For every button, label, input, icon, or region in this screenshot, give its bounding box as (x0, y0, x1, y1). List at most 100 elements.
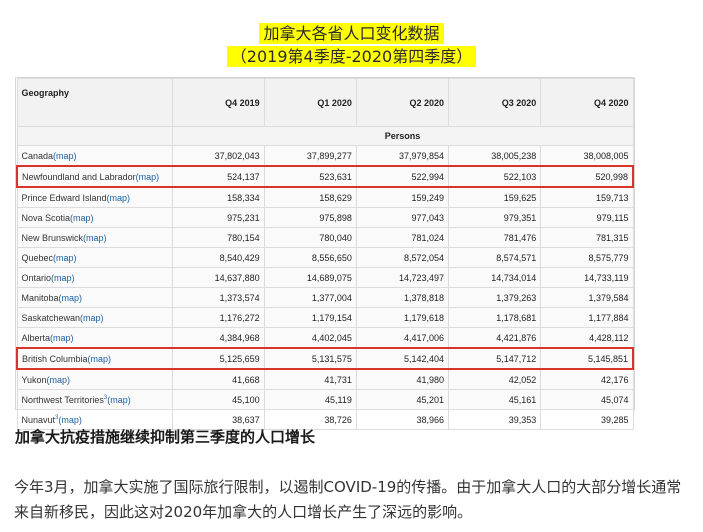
population-value: 39,353 (448, 409, 542, 430)
map-link[interactable]: (map) (70, 213, 94, 223)
population-value: 781,476 (448, 227, 542, 248)
table-row: Northwest Territories3(map) 45,100 45,119 4… (16, 389, 634, 410)
column-header: Q4 2020 (540, 78, 634, 127)
population-value: 1,378,818 (355, 287, 450, 308)
population-value: 38,008,005 (540, 145, 634, 167)
map-link[interactable]: (map) (51, 273, 75, 283)
population-value: 975,898 (263, 207, 357, 228)
population-value: 5,142,404 (355, 347, 450, 370)
region-name: Newfoundland and Labrador (22, 171, 136, 182)
region-name: New Brunswick (21, 232, 84, 243)
region-cell: Canada(map) (16, 145, 173, 167)
region-name: Saskatchewan (21, 312, 81, 323)
map-link[interactable]: (map) (58, 415, 82, 425)
population-value: 780,040 (263, 227, 357, 248)
population-value: 41,980 (355, 368, 450, 390)
table-row: Saskatchewan(map) 1,176,272 1,179,154 1,179… (16, 307, 634, 328)
population-value: 14,734,014 (448, 267, 542, 288)
table-row: Quebec(map) 8,540,429 8,556,650 8,572,054 8,… (16, 247, 634, 268)
table-row: Newfoundland and Labrador(map) 524,137 523… (16, 165, 635, 188)
population-value: 45,100 (171, 389, 265, 410)
region-cell: British Columbia(map) (16, 347, 173, 370)
population-value: 42,052 (448, 368, 542, 390)
population-value: 8,556,650 (263, 247, 357, 268)
population-value: 523,631 (263, 165, 357, 188)
population-value: 45,161 (448, 389, 542, 410)
region-name: Prince Edward Island (21, 192, 107, 203)
table-row: New Brunswick(map) 780,154 780,040 781,024 7… (16, 227, 634, 248)
column-header: Q4 2019 (171, 78, 265, 127)
region-name: Northwest Territories (21, 394, 104, 405)
map-link[interactable]: (map) (47, 375, 71, 385)
population-value: 45,119 (263, 389, 357, 410)
population-value: 1,176,272 (171, 307, 265, 328)
population-value: 522,103 (448, 165, 542, 188)
table-header-row: Geography Q4 2019 Q1 2020 Q2 2020 Q3 202… (16, 78, 634, 127)
population-value: 38,005,238 (448, 145, 542, 167)
population-value: 8,574,571 (448, 247, 542, 268)
body-paragraph: 今年3月，加拿大实施了国际旅行限制，以遏制COVID-19的传播。由于加拿大人口… (14, 478, 682, 521)
table-row: Yukon(map) 41,668 41,731 41,980 42,052 42,176 (16, 368, 634, 390)
population-table: Geography Q4 2019 Q1 2020 Q2 2020 Q3 202… (16, 78, 635, 430)
population-value: 37,979,854 (355, 145, 450, 167)
table-row: Prince Edward Island(map) 158,334 158,629 1… (16, 186, 634, 208)
table-row: Ontario(map) 14,637,880 14,689,075 14,723,4… (16, 267, 634, 288)
population-value: 14,689,075 (263, 267, 357, 288)
population-value: 158,334 (171, 186, 265, 208)
population-value: 37,802,043 (171, 145, 265, 167)
region-name: Yukon (21, 374, 47, 385)
map-link[interactable]: (map) (50, 333, 74, 343)
table-row: Canada(map) 37,802,043 37,899,277 37,979,85… (16, 145, 634, 167)
population-value: 38,966 (355, 409, 450, 430)
population-value: 158,629 (263, 186, 357, 208)
region-cell: Nova Scotia(map) (16, 207, 173, 228)
map-link[interactable]: (map) (88, 354, 112, 364)
population-value: 1,379,263 (448, 287, 542, 308)
population-value: 159,713 (540, 186, 634, 208)
map-link[interactable]: (map) (107, 193, 131, 203)
table-row: Manitoba(map) 1,373,574 1,377,004 1,378,818… (16, 287, 634, 308)
map-link[interactable]: (map) (59, 293, 83, 303)
map-link[interactable]: (map) (107, 395, 131, 405)
title-block: 加拿大各省人口变化数据 （2019第4季度-2020第四季度） (0, 22, 703, 68)
population-value: 979,115 (540, 207, 634, 228)
population-value: 520,998 (540, 165, 635, 188)
population-value: 41,668 (171, 368, 265, 390)
map-link[interactable]: (map) (80, 313, 104, 323)
population-value: 975,231 (171, 207, 265, 228)
population-value: 1,177,884 (540, 307, 634, 328)
region-name: Nunavut (21, 414, 56, 425)
population-value: 5,145,851 (540, 347, 635, 370)
population-value: 41,731 (263, 368, 357, 390)
column-header: Q1 2020 (263, 78, 357, 127)
region-name: Manitoba (21, 292, 59, 303)
region-name: British Columbia (22, 353, 88, 364)
map-link[interactable]: (map) (136, 172, 160, 182)
region-cell: Saskatchewan(map) (16, 307, 173, 328)
population-value: 1,178,681 (448, 307, 542, 328)
units-label: Persons (171, 126, 634, 146)
population-value: 1,379,584 (540, 287, 634, 308)
population-value: 5,147,712 (448, 347, 542, 370)
region-cell: New Brunswick(map) (16, 227, 173, 248)
population-value: 159,249 (355, 186, 450, 208)
population-value: 42,176 (540, 368, 634, 390)
map-link[interactable]: (map) (83, 233, 107, 243)
population-value: 1,179,618 (355, 307, 450, 328)
population-value: 979,351 (448, 207, 542, 228)
population-value: 39,285 (540, 409, 634, 430)
population-value: 45,074 (540, 389, 634, 410)
population-value: 781,315 (540, 227, 634, 248)
units-row: Persons (16, 126, 634, 146)
population-value: 4,402,045 (263, 327, 357, 349)
region-name: Ontario (21, 272, 52, 283)
map-link[interactable]: (map) (53, 151, 77, 161)
region-cell: Northwest Territories3(map) (16, 389, 173, 410)
region-name: Nova Scotia (21, 212, 71, 223)
population-value: 8,572,054 (355, 247, 450, 268)
population-value: 524,137 (171, 165, 265, 188)
units-spacer (16, 126, 173, 146)
region-cell: Prince Edward Island(map) (16, 186, 173, 208)
map-link[interactable]: (map) (53, 253, 77, 263)
region-name: Alberta (21, 332, 51, 343)
